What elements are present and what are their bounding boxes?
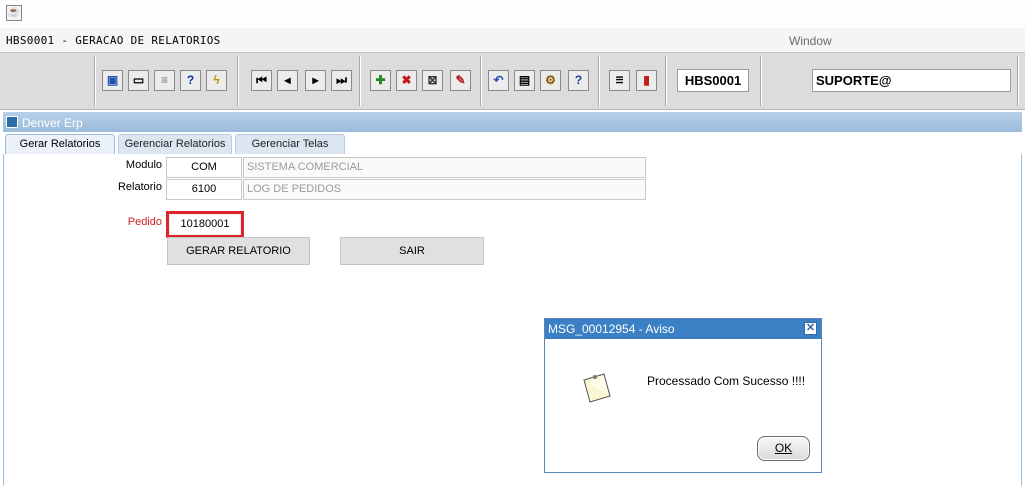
relatorio-description-field[interactable]: LOG DE PEDIDOS [243,179,646,200]
clipboard-icon[interactable]: ▤ [514,70,535,91]
query-help-icon[interactable]: ? [180,70,201,91]
tab-gerenciar-relatorios[interactable]: Gerenciar Relatorios [118,134,232,154]
previous-record-icon[interactable]: ◂ [277,70,298,91]
save-icon[interactable]: ▣ [102,70,123,91]
exit-icon[interactable]: ▮ [636,70,657,91]
next-record-icon[interactable]: ▸ [305,70,326,91]
toolbar-separator [665,56,667,106]
toolbar-separator [94,56,96,106]
first-record-icon[interactable]: ⏮ [251,70,272,91]
toolbar-separator [480,56,482,106]
inner-window-title: Denver Erp [22,116,83,130]
tab-content-panel [3,154,1022,486]
form-title-menu: HBS0001 - GERACAO DE RELATORIOS [6,34,221,47]
pedido-field[interactable]: 10180001 [169,214,241,235]
relatorio-code-field[interactable]: 6100 [166,179,242,200]
toolbar-separator [598,56,600,106]
erp-window-icon [6,116,18,128]
last-record-icon[interactable]: ⏭ [331,70,352,91]
inner-window-title-bar [3,112,1022,132]
user-field: SUPORTE@ [812,69,1011,92]
sair-button[interactable]: SAIR [340,237,484,265]
ok-button-label: OK [774,441,793,455]
java-app-icon: ☕ [6,5,22,21]
dialog-title: MSG_00012954 - Aviso [545,319,821,339]
print-preview-icon[interactable]: ▭ [128,70,149,91]
ok-button[interactable]: OK [757,436,810,461]
user-keys-icon[interactable]: ⚙ [540,70,561,91]
print-icon[interactable]: ≡ [154,70,175,91]
edit-record-icon[interactable]: ⊠ [422,70,443,91]
toolbar-separator [1017,56,1019,106]
pedido-label: Pedido [127,216,162,228]
dialog-message: Processado Com Sucesso !!!! [647,374,806,388]
modulo-code-field[interactable]: COM [166,157,242,178]
toolbar-separator [237,56,239,106]
toolbar-separator [359,56,361,106]
relatorio-label: Relatorio [117,181,162,193]
form-code-field: HBS0001 [677,69,749,92]
modulo-label: Modulo [125,159,162,171]
insert-record-icon[interactable]: ✚ [370,70,391,91]
delete-record-icon[interactable]: ✖ [396,70,417,91]
execute-query-icon[interactable]: ϟ [206,70,227,91]
menu-window[interactable]: Window [789,34,832,48]
clear-field-icon[interactable]: ✎ [450,70,471,91]
tab-gerar-relatorios[interactable]: Gerar Relatorios [5,134,115,155]
window-title-bar [0,0,1025,28]
help-icon[interactable]: ? [568,70,589,91]
modulo-description-field[interactable]: SISTEMA COMERCIAL [243,157,646,178]
undo-icon[interactable]: ↶ [488,70,509,91]
dialog-close-icon[interactable]: ✕ [804,322,817,335]
menu-icon[interactable]: ☰ [609,70,630,91]
gerar-relatorio-button[interactable]: GERAR RELATORIO [167,237,310,265]
note-icon [583,373,611,403]
toolbar-separator [760,56,762,106]
tab-gerenciar-telas[interactable]: Gerenciar Telas [235,134,345,154]
